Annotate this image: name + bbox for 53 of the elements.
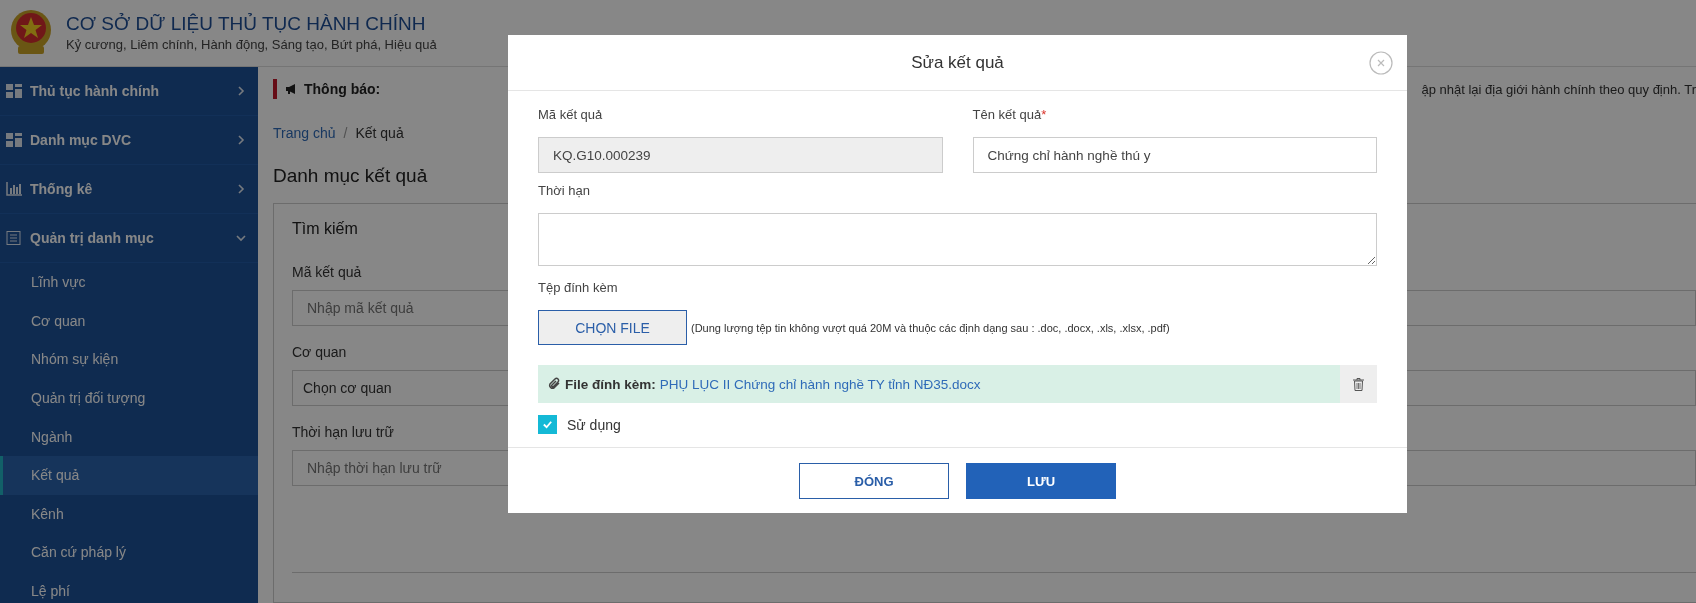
list-icon: [6, 231, 22, 245]
trash-icon: [1353, 377, 1364, 391]
sidebar-subitem[interactable]: Ngành: [0, 417, 258, 456]
notice-text: ập nhật lại địa giới hành chính theo quy định. Tr: [1421, 81, 1696, 97]
paperclip-icon: [548, 377, 561, 391]
page-title: Danh mục kết quả: [273, 164, 428, 188]
sidebar-subitem[interactable]: Quản trị đối tượng: [0, 378, 258, 418]
sidebar-item[interactable]: Danh mục DVC: [0, 116, 258, 165]
breadcrumb-separator: /: [343, 125, 348, 141]
sidebar-subitem[interactable]: Nhóm sự kiện: [0, 340, 258, 379]
close-icon[interactable]: [1369, 51, 1393, 75]
sidebar-subitem[interactable]: Cơ quan: [0, 301, 258, 341]
save-button[interactable]: LƯU: [966, 463, 1116, 499]
sidebar-label: Danh mục DVC: [30, 132, 133, 148]
sidebar-label: Thống kê: [30, 181, 94, 197]
close-button[interactable]: ĐÓNG: [799, 463, 949, 499]
sidebar-subitem[interactable]: Lĩnh vực: [0, 263, 258, 302]
check-icon: [542, 419, 553, 430]
grid-icon: [6, 133, 22, 147]
sidebar-label: Thủ tục hành chính: [30, 83, 161, 99]
choose-file-button[interactable]: CHỌN FILE: [538, 310, 687, 345]
checkbox[interactable]: [538, 415, 557, 434]
input-field[interactable]: Chứng chỉ hành nghề thú y: [972, 137, 1377, 173]
field-label: Mã kết quả: [292, 263, 362, 282]
file-link[interactable]: PHỤ LỤC II Chứng chỉ hành nghề TY tỉnh NĐ35.docx: [659, 376, 981, 392]
grid-icon: [6, 84, 22, 98]
sidebar-label: Quản trị danh mục: [30, 230, 155, 246]
sidebar-item[interactable]: Quản trị danh mục: [0, 214, 258, 263]
field-label: Thời hạn: [538, 182, 590, 200]
sidebar-item[interactable]: Thống kê: [0, 165, 258, 214]
bar-chart-icon: [6, 182, 22, 196]
field-label: Tên kết quả*: [972, 106, 1047, 124]
site-title: CƠ SỞ DỮ LIỆU THỦ TỤC HÀNH CHÍNH: [66, 12, 427, 36]
delete-button[interactable]: [1340, 365, 1377, 403]
sidebar-subitem[interactable]: Kênh: [0, 494, 258, 534]
breadcrumb-link[interactable]: Trang chủ: [273, 125, 336, 141]
text-area[interactable]: [538, 213, 1377, 266]
breadcrumb-current: Kết quả: [355, 125, 404, 141]
sidebar-item[interactable]: Thủ tục hành chính: [0, 67, 258, 116]
attachment-label: File đính kèm:: [565, 376, 656, 392]
checkbox-label: Sử dụng: [567, 416, 621, 433]
sidebar-subitem[interactable]: Lệ phí: [0, 571, 258, 603]
sidebar-subitem[interactable]: Căn cứ pháp lý: [0, 533, 258, 572]
field-label: Cơ quan: [292, 343, 347, 362]
field-label: Tệp đính kèm: [538, 279, 618, 297]
notice-label: Thông báo:: [285, 81, 381, 97]
panel-title: Tìm kiếm: [292, 219, 358, 239]
dialog-title: Sửa kết quả: [911, 52, 1004, 73]
site-slogan: Kỷ cương, Liêm chính, Hành động, Sáng tạo, Bứt phá, Hiệu quả: [66, 36, 437, 54]
file-hint: (Dung lượng tệp tin không vượt quá 20M và thuộc các định dạng sau : .doc, .docx, .xls, .xlsx, .pdf): [691, 321, 1170, 334]
sidebar-subitem[interactable]: Kết quả: [0, 455, 258, 495]
field-label: Thời hạn lưu trữ: [292, 423, 394, 442]
field-label: Mã kết quả: [538, 106, 603, 124]
